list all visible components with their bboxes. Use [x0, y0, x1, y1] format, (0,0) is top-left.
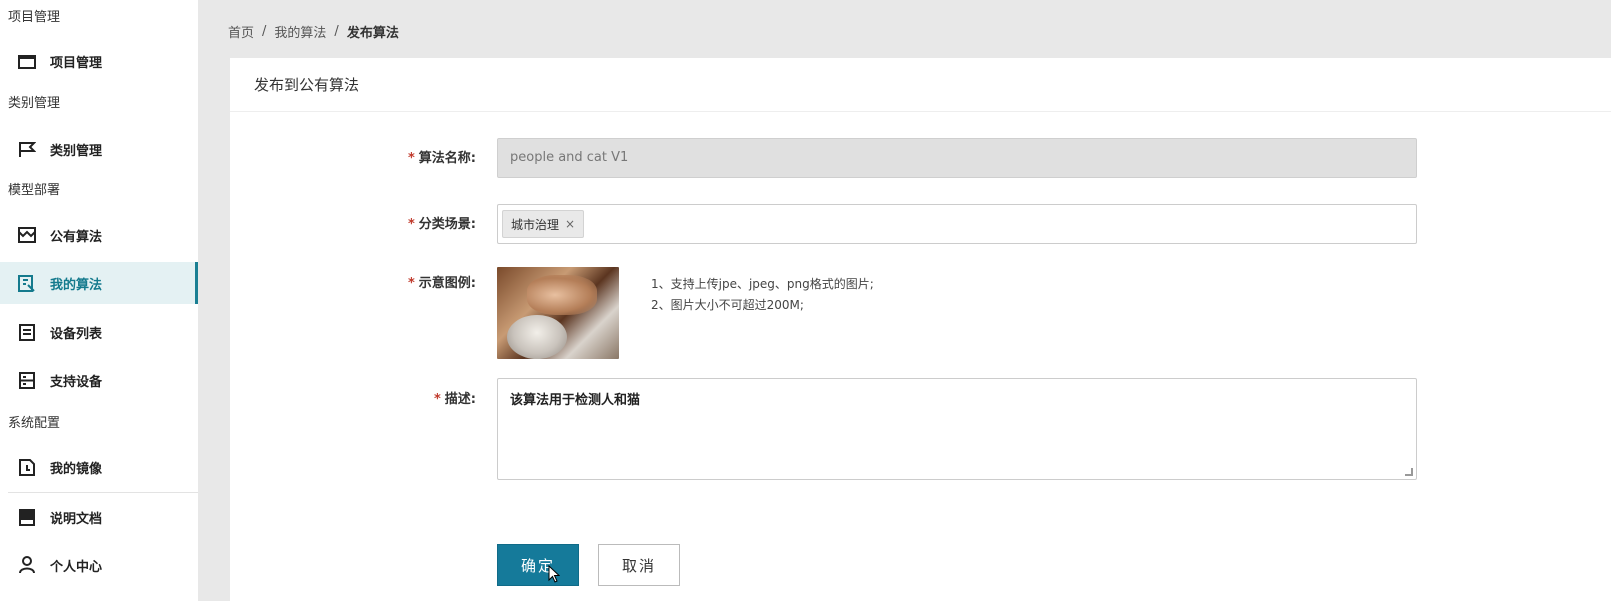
example-label-text: 示意图例:: [418, 276, 476, 291]
example-row: * 示意图例:: [230, 272, 486, 291]
sidebar-item-label: 类别管理: [50, 143, 103, 159]
main-content: 首页 / 我的算法 / 发布算法 发布到公有算法 * 算法名称: people a…: [198, 0, 1611, 601]
upload-hint-2: 2、图片大小不可超过200M;: [651, 298, 804, 312]
sidebar-item-label: 支持设备: [50, 374, 103, 390]
algorithm-name-input[interactable]: people and cat V1: [497, 138, 1417, 178]
scene-tag: 城市治理 ×: [502, 210, 585, 238]
sidebar-item-label: 设备列表: [50, 326, 103, 342]
sidebar-item-public-algorithms[interactable]: 公有算法: [0, 214, 198, 256]
sidebar: 项目管理 项目管理 类别管理 类别管理 模型部署 公有算法 我的算法 设备列表: [0, 0, 198, 601]
name-label: * 算法名称:: [230, 147, 486, 166]
folder-icon: [16, 52, 38, 70]
breadcrumb-separator: /: [262, 24, 267, 39]
breadcrumb-my-algorithms[interactable]: 我的算法: [274, 22, 326, 41]
sidebar-item-documentation[interactable]: 说明文档: [0, 496, 198, 538]
required-mark: *: [407, 151, 415, 166]
sidebar-item-label: 说明文档: [50, 511, 103, 527]
scene-select[interactable]: 城市治理 ×: [497, 204, 1417, 244]
breadcrumb: 首页 / 我的算法 / 发布算法: [228, 22, 399, 41]
example-label: * 示意图例:: [230, 272, 486, 291]
scene-tag-label: 城市治理: [511, 217, 560, 232]
sidebar-group-project: 项目管理: [8, 10, 61, 25]
breadcrumb-separator: /: [334, 24, 339, 39]
upload-hint-1: 1、支持上传jpe、jpeg、png格式的图片;: [651, 277, 874, 291]
image-file-icon: [16, 458, 38, 476]
sidebar-item-my-images[interactable]: 我的镜像: [0, 446, 198, 488]
publish-card: 发布到公有算法 * 算法名称: people and cat V1 * 分类场景: …: [230, 58, 1611, 601]
sidebar-group-system: 系统配置: [8, 416, 61, 431]
sidebar-item-label: 我的镜像: [50, 461, 103, 477]
sidebar-item-label: 我的算法: [50, 277, 103, 293]
sidebar-item-supported-devices[interactable]: 支持设备: [0, 359, 198, 401]
desc-row: * 描述:: [230, 388, 486, 407]
sidebar-item-profile[interactable]: 个人中心: [0, 544, 198, 586]
confirm-button[interactable]: 确定: [497, 544, 579, 586]
example-image-thumbnail[interactable]: [497, 267, 619, 359]
flag-icon: [16, 140, 38, 158]
breadcrumb-home[interactable]: 首页: [228, 22, 254, 41]
resize-handle-icon[interactable]: [1405, 468, 1413, 476]
description-text: 该算法用于检测人和猫: [510, 393, 641, 408]
thumbnail-person: [527, 275, 597, 315]
mouse-cursor-icon: [548, 565, 560, 583]
name-row: * 算法名称:: [230, 147, 486, 166]
sidebar-item-label: 公有算法: [50, 229, 103, 245]
required-mark: *: [433, 392, 441, 407]
desc-label: * 描述:: [230, 388, 486, 407]
sidebar-item-label: 个人中心: [50, 559, 103, 575]
thumbnail-cat: [507, 315, 567, 359]
sidebar-group-category: 类别管理: [8, 96, 61, 111]
sidebar-item-device-list[interactable]: 设备列表: [0, 311, 198, 353]
sidebar-divider: [8, 492, 198, 493]
storefront-icon: [16, 226, 38, 244]
sidebar-item-label: 项目管理: [50, 55, 103, 71]
sidebar-item-category-management[interactable]: 类别管理: [0, 128, 198, 170]
required-mark: *: [407, 217, 415, 232]
scene-label-text: 分类场景:: [418, 217, 476, 232]
upload-hints: 1、支持上传jpe、jpeg、png格式的图片; 2、图片大小不可超过200M;: [651, 274, 874, 316]
cancel-button[interactable]: 取消: [598, 544, 680, 586]
required-mark: *: [407, 276, 415, 291]
description-textarea[interactable]: 该算法用于检测人和猫: [497, 378, 1417, 480]
scene-row: * 分类场景:: [230, 213, 486, 232]
sidebar-item-my-algorithms[interactable]: 我的算法: [0, 262, 198, 304]
user-icon: [16, 556, 38, 574]
list-document-icon: [16, 323, 38, 341]
breadcrumb-current: 发布算法: [346, 26, 399, 41]
sidebar-group-deploy: 模型部署: [8, 183, 61, 198]
code-document-icon: [16, 274, 38, 292]
book-icon: [16, 508, 38, 526]
desc-label-text: 描述:: [444, 392, 476, 407]
card-title: 发布到公有算法: [230, 58, 1611, 112]
name-label-text: 算法名称:: [418, 151, 476, 166]
tag-remove-icon[interactable]: ×: [565, 217, 575, 231]
sidebar-item-project-management[interactable]: 项目管理: [0, 40, 198, 82]
scene-label: * 分类场景:: [230, 213, 486, 232]
server-icon: [16, 371, 38, 389]
